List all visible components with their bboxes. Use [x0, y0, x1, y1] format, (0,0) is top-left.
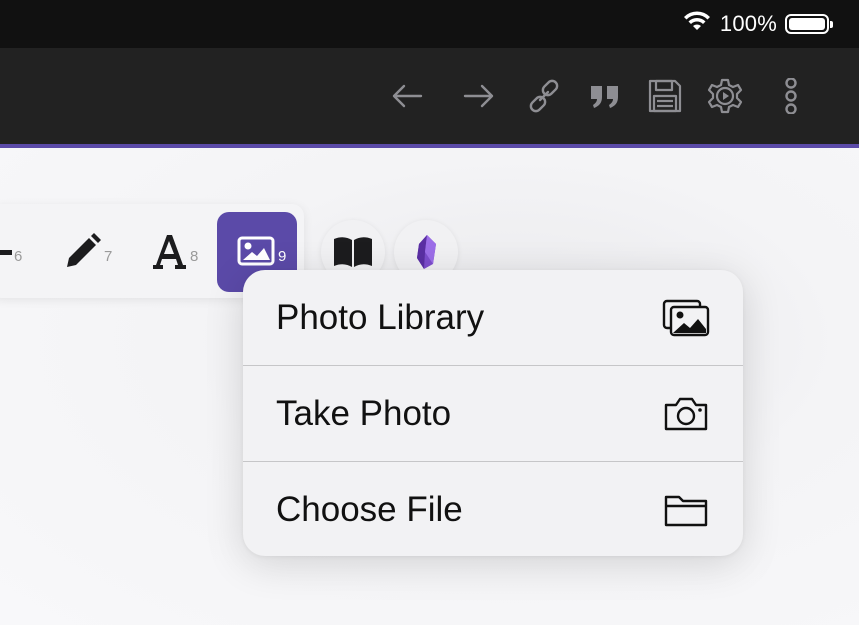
- shortcut-number: 8: [190, 248, 199, 265]
- shortcut-number: 7: [104, 248, 113, 265]
- battery-fill: [789, 18, 825, 30]
- wifi-icon: [682, 10, 712, 38]
- folder-icon: [662, 490, 710, 530]
- back-icon: [392, 84, 423, 108]
- horizontal-rule-button[interactable]: 6: [0, 212, 48, 292]
- menu-item-choose-file[interactable]: Choose File: [243, 462, 743, 556]
- text-format-icon: [153, 235, 186, 269]
- menu-item-label: Take Photo: [276, 394, 452, 433]
- menu-item-label: Choose File: [276, 490, 463, 529]
- more-button[interactable]: [771, 76, 811, 116]
- quote-button[interactable]: [585, 76, 625, 116]
- menu-item-photo-library[interactable]: Photo Library: [243, 270, 743, 365]
- image-source-menu: Photo Library Take Photo Choose File: [243, 270, 743, 556]
- status-indicators: 100%: [682, 10, 833, 38]
- settings-play-icon: [707, 78, 743, 114]
- shortcut-number: 6: [14, 248, 23, 265]
- photo-library-icon: [662, 298, 710, 338]
- obsidian-icon: [417, 235, 436, 269]
- back-button[interactable]: [387, 76, 427, 116]
- shortcut-number: 9: [278, 248, 287, 265]
- settings-play-button[interactable]: [705, 76, 745, 116]
- forward-icon: [463, 84, 494, 108]
- save-icon: [648, 79, 682, 113]
- menu-item-take-photo[interactable]: Take Photo: [243, 366, 743, 461]
- pencil-icon: [67, 233, 101, 267]
- text-format-button[interactable]: 8: [136, 212, 216, 292]
- editor-toolbar: [0, 48, 859, 144]
- quote-icon: [591, 86, 618, 108]
- book-icon: [334, 237, 372, 267]
- camera-icon: [662, 394, 710, 434]
- menu-item-label: Photo Library: [276, 298, 485, 337]
- save-button[interactable]: [645, 76, 685, 116]
- battery-percentage: 100%: [719, 11, 777, 36]
- link-icon: [529, 79, 559, 113]
- battery-icon: [785, 14, 833, 34]
- pencil-button[interactable]: 7: [48, 212, 128, 292]
- link-button[interactable]: [524, 76, 564, 116]
- forward-button[interactable]: [459, 76, 499, 116]
- image-icon: [237, 236, 275, 266]
- status-bar: 100%: [0, 0, 859, 48]
- app-screen: 100% 6 7 8 9 Photo Library Take Photo Ch…: [0, 0, 859, 625]
- more-vertical-icon: [785, 78, 797, 114]
